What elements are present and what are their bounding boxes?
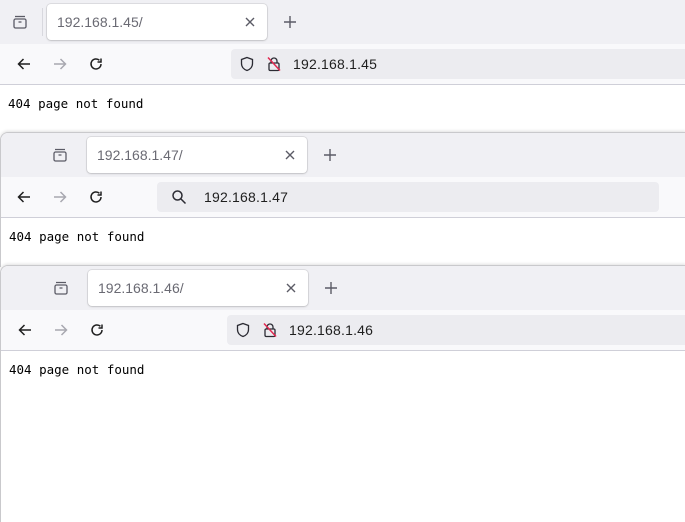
tab-active[interactable]: 192.168.1.45/ bbox=[47, 4, 267, 40]
forward-arrow-icon bbox=[54, 58, 67, 70]
insecure-lock-icon[interactable] bbox=[262, 322, 278, 338]
reload-icon bbox=[90, 58, 102, 70]
tab-title: 192.168.1.45/ bbox=[57, 14, 143, 30]
search-icon bbox=[171, 189, 187, 205]
back-arrow-icon bbox=[17, 191, 30, 203]
tab-title: 192.168.1.46/ bbox=[98, 280, 184, 296]
tab-list-icon[interactable] bbox=[47, 274, 75, 302]
tab-list-icon[interactable] bbox=[46, 141, 74, 169]
url-bar[interactable]: 192.168.1.45 bbox=[231, 49, 685, 79]
close-icon[interactable] bbox=[284, 281, 298, 295]
url-text[interactable]: 192.168.1.46 bbox=[289, 322, 373, 338]
plus-icon bbox=[284, 16, 296, 28]
back-arrow-icon bbox=[18, 324, 31, 336]
tab-strip: 192.168.1.47/ bbox=[1, 133, 685, 177]
page-message: 404 page not found bbox=[9, 229, 145, 244]
tab-active[interactable]: 192.168.1.46/ bbox=[88, 270, 308, 306]
insecure-lock-icon[interactable] bbox=[266, 56, 282, 72]
tab-list-icon[interactable] bbox=[6, 8, 34, 36]
url-text[interactable]: 192.168.1.47 bbox=[204, 189, 288, 205]
page-message: 404 page not found bbox=[8, 96, 144, 111]
tab-strip: 192.168.1.45/ bbox=[0, 0, 685, 44]
reload-button[interactable] bbox=[83, 316, 111, 344]
reload-button[interactable] bbox=[82, 50, 110, 78]
new-tab-button[interactable] bbox=[319, 276, 343, 300]
forward-button[interactable] bbox=[47, 316, 75, 344]
tab-active[interactable]: 192.168.1.47/ bbox=[87, 137, 307, 173]
browser-window-3: 192.168.1.46/ 192.168.1.46 404 page not … bbox=[0, 265, 685, 522]
reload-button[interactable] bbox=[82, 183, 110, 211]
close-icon[interactable] bbox=[243, 15, 257, 29]
tab-title: 192.168.1.47/ bbox=[97, 147, 183, 163]
page-content: 404 page not found bbox=[1, 351, 685, 522]
forward-button[interactable] bbox=[46, 183, 74, 211]
nav-bar: 192.168.1.45 bbox=[0, 44, 685, 85]
nav-bar: 192.168.1.46 bbox=[1, 310, 685, 351]
browser-window-1: 192.168.1.45/ 192.168.1.45 404 page not … bbox=[0, 0, 685, 132]
reload-icon bbox=[90, 191, 102, 203]
back-button[interactable] bbox=[11, 316, 39, 344]
back-button[interactable] bbox=[10, 50, 38, 78]
shield-icon[interactable] bbox=[239, 56, 255, 72]
shield-icon[interactable] bbox=[235, 322, 251, 338]
page-content: 404 page not found bbox=[1, 218, 685, 267]
new-tab-button[interactable] bbox=[278, 10, 302, 34]
url-bar[interactable]: 192.168.1.46 bbox=[227, 315, 685, 345]
tab-separator bbox=[42, 8, 43, 36]
url-bar[interactable]: 192.168.1.47 bbox=[157, 182, 659, 212]
close-icon[interactable] bbox=[283, 148, 297, 162]
nav-bar: 192.168.1.47 bbox=[1, 177, 685, 218]
plus-icon bbox=[325, 282, 337, 294]
tab-strip: 192.168.1.46/ bbox=[1, 266, 685, 310]
back-arrow-icon bbox=[17, 58, 30, 70]
reload-icon bbox=[91, 324, 103, 336]
url-text[interactable]: 192.168.1.45 bbox=[293, 56, 377, 72]
back-button[interactable] bbox=[10, 183, 38, 211]
new-tab-button[interactable] bbox=[318, 143, 342, 167]
browser-window-2: 192.168.1.47/ 192.168.1.47 404 page not … bbox=[0, 132, 685, 267]
forward-arrow-icon bbox=[55, 324, 68, 336]
plus-icon bbox=[324, 149, 336, 161]
page-content: 404 page not found bbox=[0, 85, 685, 132]
forward-arrow-icon bbox=[54, 191, 67, 203]
page-message: 404 page not found bbox=[9, 362, 145, 377]
forward-button[interactable] bbox=[46, 50, 74, 78]
